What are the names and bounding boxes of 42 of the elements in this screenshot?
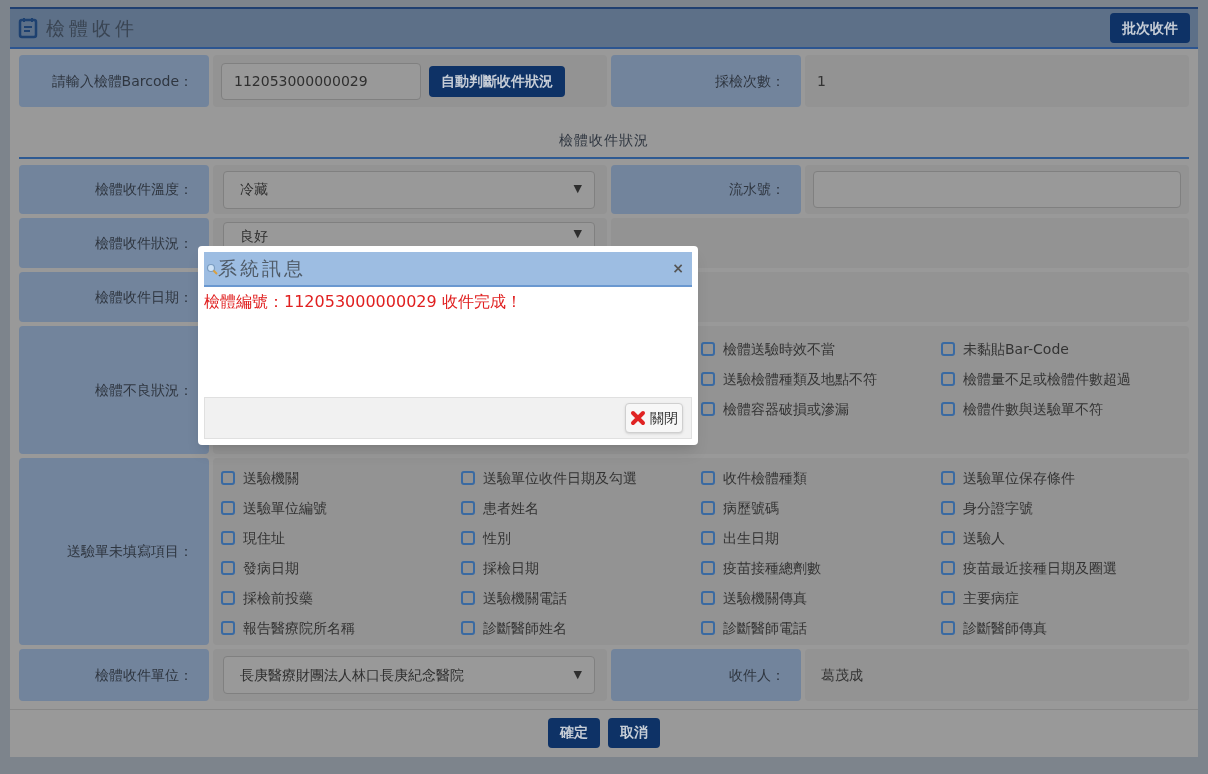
receiver-name: 葛茂成 [821,665,863,685]
checkbox-label: 採檢前投藥 [243,588,313,608]
checkbox-label: 檢體容器破損或滲漏 [723,399,849,419]
checkbox-label: 主要病症 [963,588,1019,608]
checkbox-label: 檢體件數與送驗單不符 [963,399,1103,419]
checkbox-label: 診斷醫師姓名 [483,618,567,638]
field-label: 檢體收件溫度： [19,165,209,214]
checkbox-label: 送驗單位收件日期及勾選 [483,468,637,488]
checkbox-label: 檢體送驗時效不當 [723,339,835,359]
checkbox-label: 送驗人 [963,528,1005,548]
checkbox-label: 送驗單位保存條件 [963,468,1075,488]
checkbox-label: 病歷號碼 [723,498,779,518]
checkbox-label: 現住址 [243,528,285,548]
field-label: 送驗單未填寫項目： [19,458,209,645]
checkbox-label: 送驗單位編號 [243,498,327,518]
checkbox-label: 發病日期 [243,558,299,578]
checkbox-label: 疫苗最近接種日期及圈選 [963,558,1117,578]
checkbox-label: 收件檢體種類 [723,468,807,488]
checkbox-label: 檢體量不足或檢體件數超過 [963,369,1131,389]
checkbox-label: 身分證字號 [963,498,1033,518]
checkbox-label: 送驗機關電話 [483,588,567,608]
checkbox-label: 患者姓名 [483,498,539,518]
checkbox-label: 送驗機關 [243,468,299,488]
checkbox-label: 報告醫療院所名稱 [243,618,355,638]
checkbox-label: 性別 [483,528,511,548]
field-label: 檢體收件狀況： [19,218,209,268]
field-label: 檢體不良狀況： [19,326,209,454]
checkbox-label: 送驗檢體種類及地點不符 [723,369,877,389]
section-title: 檢體收件狀況 [559,131,649,150]
checkbox-label: 送驗機關傳真 [723,588,807,608]
field-label: 檢體收件單位： [19,649,209,701]
checkbox-label: 出生日期 [723,528,779,548]
sample-count-value: 1 [817,71,826,91]
checkbox-label: 未黏貼Bar-Code [963,339,1069,359]
field-label: 請輸入檢體Barcode： [19,55,209,107]
field-label: 採檢次數： [611,55,801,107]
field-label: 收件人： [611,649,801,701]
field-label: 流水號： [611,165,801,214]
checkbox-label: 診斷醫師電話 [723,618,807,638]
checkbox-label: 採檢日期 [483,558,539,578]
checkbox-label: 疫苗接種總劑數 [723,558,821,578]
checkbox-label: 診斷醫師傳真 [963,618,1047,638]
